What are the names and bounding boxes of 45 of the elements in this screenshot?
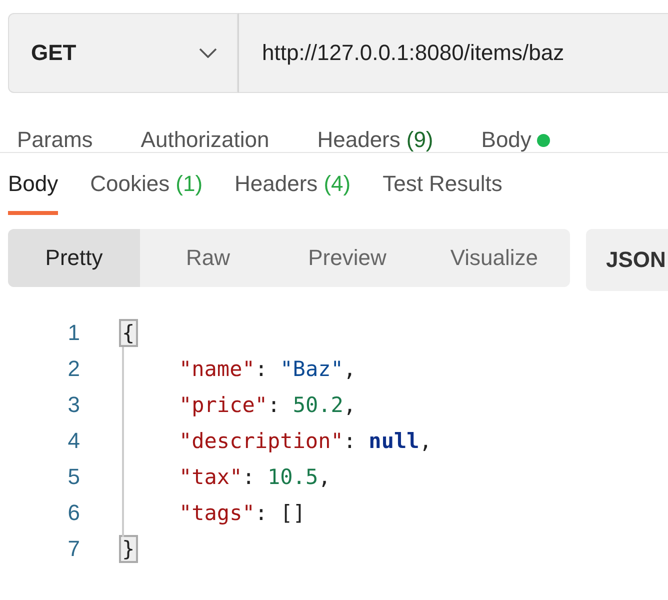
code-brace: } xyxy=(119,535,138,563)
line-number: 6 xyxy=(66,500,80,526)
line-number: 3 xyxy=(66,392,80,418)
code-token: "description" xyxy=(179,429,344,453)
view-mode-button[interactable]: Pretty xyxy=(8,229,140,287)
code-token: "name" xyxy=(179,357,255,381)
response-tab[interactable]: Body xyxy=(8,171,58,215)
code-token: , xyxy=(343,357,356,381)
request-tab[interactable]: Params xyxy=(17,126,93,154)
response-tab[interactable]: Cookies (1) xyxy=(90,171,203,215)
line-number: 5 xyxy=(66,464,80,490)
url-field[interactable]: http://127.0.0.1:8080/items/baz xyxy=(238,13,668,93)
code-token: 50.2 xyxy=(292,393,344,417)
code-token: : xyxy=(242,465,256,489)
code-token: "tags" xyxy=(179,501,255,525)
line-number: 1 xyxy=(66,320,80,346)
line-number: 2 xyxy=(66,356,80,382)
chevron-down-icon xyxy=(199,48,217,58)
code-brace: { xyxy=(119,319,138,347)
code-token: : xyxy=(343,429,358,453)
view-mode-button[interactable]: Preview xyxy=(276,229,418,287)
code-token: null xyxy=(368,429,420,453)
format-dropdown[interactable]: JSON xyxy=(586,229,668,291)
code-token: [] xyxy=(280,501,306,525)
code-token: , xyxy=(343,393,356,417)
response-tab[interactable]: Headers (4) xyxy=(234,171,351,215)
method-dropdown[interactable]: GET xyxy=(8,13,238,93)
code-token: "tax" xyxy=(179,465,242,489)
code-token: : xyxy=(254,501,269,525)
line-number: 7 xyxy=(66,536,80,562)
code-token: "Baz" xyxy=(280,357,344,381)
code-token: "price" xyxy=(179,393,268,417)
code-token: : xyxy=(254,357,269,381)
code-token: 10.5 xyxy=(268,465,318,489)
line-number: 4 xyxy=(66,428,80,454)
code-token: , xyxy=(318,465,331,489)
request-tab[interactable]: Headers (9) xyxy=(317,126,434,154)
request-tab[interactable]: Authorization xyxy=(140,126,270,154)
request-tab[interactable]: Body xyxy=(481,126,550,154)
view-mode-button[interactable]: Raw xyxy=(140,229,276,287)
code-token: : xyxy=(268,393,282,417)
method-label: GET xyxy=(31,40,76,66)
response-tab[interactable]: Test Results xyxy=(382,171,502,215)
view-mode-button[interactable]: Visualize xyxy=(418,229,570,287)
code-token: , xyxy=(419,429,432,453)
